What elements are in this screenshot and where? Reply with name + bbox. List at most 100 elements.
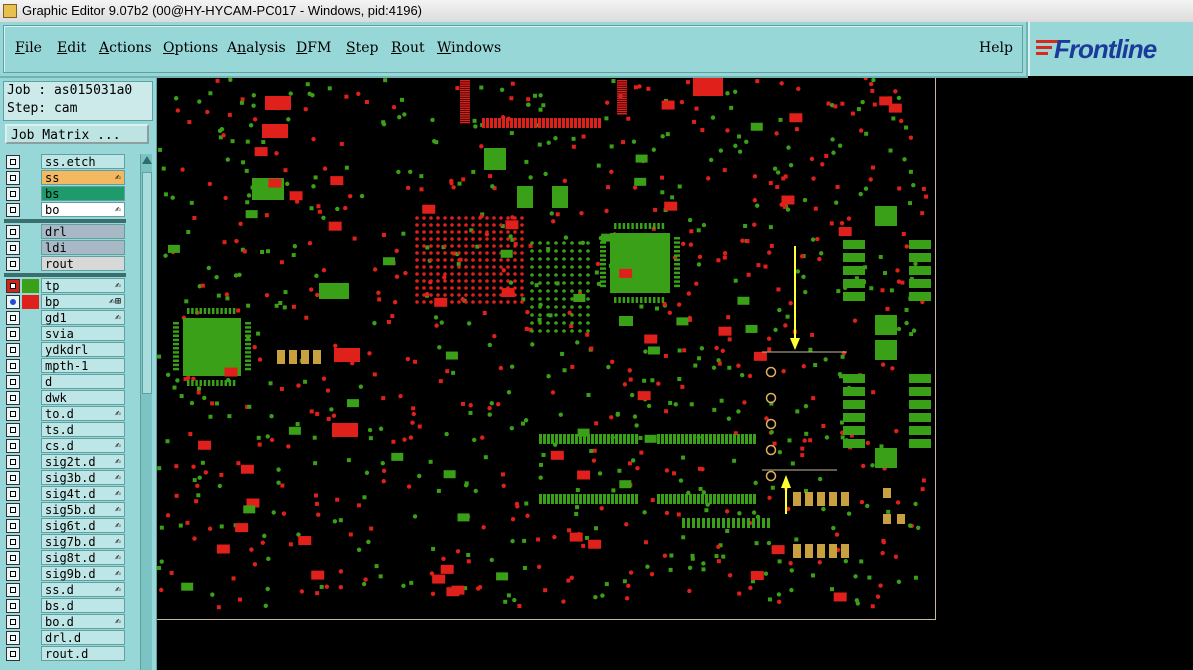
layer-name[interactable]: bo.d ✍ [41,614,125,629]
scroll-thumb[interactable] [142,172,152,394]
layer-visibility-checkbox[interactable] [6,279,20,293]
layer-row[interactable]: ldi [4,240,126,256]
layer-name[interactable]: bp ✍⊞ [41,294,125,309]
layer-name[interactable]: sig6t.d ✍ [41,518,125,533]
layer-visibility-checkbox[interactable] [6,583,20,597]
layer-row[interactable]: ts.d [4,422,126,438]
scroll-up-arrow-icon[interactable] [141,156,152,164]
layer-name[interactable]: sig5b.d ✍ [41,502,125,517]
layer-name[interactable]: d [41,374,125,389]
layer-row[interactable]: bo.d ✍ [4,614,126,630]
layer-name[interactable]: sig8t.d ✍ [41,550,125,565]
layer-name[interactable]: gd1 ✍ [41,310,125,325]
layer-name[interactable]: drl [41,224,125,239]
layer-visibility-checkbox[interactable] [6,375,20,389]
layer-name[interactable]: drl.d [41,630,125,645]
layer-visibility-checkbox[interactable] [6,567,20,581]
menu-file[interactable]: File [15,40,42,56]
graphic-canvas[interactable] [157,78,1193,670]
layer-visibility-checkbox[interactable] [6,187,20,201]
layer-name[interactable]: bs.d [41,598,125,613]
layer-visibility-checkbox[interactable] [6,631,20,645]
layer-name[interactable]: ts.d [41,422,125,437]
layer-row[interactable]: sig8t.d ✍ [4,550,126,566]
layer-visibility-checkbox[interactable] [6,225,20,239]
layer-visibility-checkbox[interactable] [6,203,20,217]
layer-row[interactable]: d [4,374,126,390]
layer-name[interactable]: sig9b.d ✍ [41,566,125,581]
layer-name[interactable]: bs [41,186,125,201]
layer-name[interactable]: ydkdrl [41,342,125,357]
layer-list-scrollbar[interactable] [140,154,152,670]
menu-options[interactable]: Options [163,40,218,56]
layer-row[interactable]: sig4t.d ✍ [4,486,126,502]
layer-name[interactable]: rout.d [41,646,125,661]
layer-row[interactable]: sig5b.d ✍ [4,502,126,518]
layer-name[interactable]: rout [41,256,125,271]
layer-name[interactable]: mpth-1 [41,358,125,373]
layer-visibility-checkbox[interactable] [6,423,20,437]
layer-row[interactable]: ss ✍ [4,170,126,186]
layer-row[interactable]: sig6t.d ✍ [4,518,126,534]
layer-visibility-checkbox[interactable] [6,647,20,661]
layer-visibility-checkbox[interactable] [6,615,20,629]
layer-row[interactable]: gd1 ✍ [4,310,126,326]
layer-color-swatch[interactable] [22,295,39,309]
layer-visibility-checkbox[interactable] [6,171,20,185]
layer-row[interactable]: ss.d ✍ [4,582,126,598]
layer-row[interactable]: mpth-1 [4,358,126,374]
layer-name[interactable]: cs.d ✍ [41,438,125,453]
menu-actions[interactable]: Actions [99,40,152,56]
layer-row[interactable]: sig2t.d ✍ [4,454,126,470]
menu-help[interactable]: Help [979,40,1013,56]
layer-row[interactable]: tp ✍ [4,278,126,294]
layer-row[interactable]: rout.d [4,646,126,662]
layer-visibility-checkbox[interactable] [6,327,20,341]
layer-row[interactable]: dwk [4,390,126,406]
layer-name[interactable]: to.d ✍ [41,406,125,421]
menu-step[interactable]: Step [346,40,378,56]
menu-analysis[interactable]: Analysis [227,40,286,56]
layer-row[interactable]: bo ✍ [4,202,126,218]
layer-name[interactable]: svia [41,326,125,341]
layer-visibility-checkbox[interactable] [6,155,20,169]
layer-row[interactable]: sig7b.d ✍ [4,534,126,550]
layer-row[interactable]: bs.d [4,598,126,614]
layer-name[interactable]: ldi [41,240,125,255]
job-matrix-button[interactable]: Job Matrix ... [5,124,149,144]
layer-row[interactable]: cs.d ✍ [4,438,126,454]
menu-dfm[interactable]: DFM [296,40,331,56]
layer-row[interactable]: drl [4,224,126,240]
layer-row[interactable]: bp ✍⊞ [4,294,126,310]
menu-rout[interactable]: Rout [391,40,425,56]
layer-color-swatch[interactable] [22,279,39,293]
layer-visibility-checkbox[interactable] [6,241,20,255]
layer-row[interactable]: ss.etch [4,154,126,170]
layer-name[interactable]: sig3b.d ✍ [41,470,125,485]
layer-visibility-checkbox[interactable] [6,487,20,501]
layer-row[interactable]: ydkdrl [4,342,126,358]
layer-visibility-checkbox[interactable] [6,599,20,613]
layer-visibility-checkbox[interactable] [6,407,20,421]
layer-visibility-checkbox[interactable] [6,503,20,517]
layer-name[interactable]: ss ✍ [41,170,125,185]
layer-visibility-checkbox[interactable] [6,343,20,357]
layer-name[interactable]: sig7b.d ✍ [41,534,125,549]
layer-row[interactable]: to.d ✍ [4,406,126,422]
layer-row[interactable]: drl.d [4,630,126,646]
layer-visibility-checkbox[interactable] [6,519,20,533]
menu-edit[interactable]: Edit [57,40,86,56]
layer-visibility-checkbox[interactable] [6,535,20,549]
layer-visibility-checkbox[interactable] [6,257,20,271]
layer-name[interactable]: sig4t.d ✍ [41,486,125,501]
layer-row[interactable]: bs [4,186,126,202]
layer-name[interactable]: ss.d ✍ [41,582,125,597]
layer-visibility-checkbox[interactable] [6,311,20,325]
layer-visibility-checkbox[interactable] [6,295,20,309]
layer-row[interactable]: svia [4,326,126,342]
layer-row[interactable]: rout [4,256,126,272]
layer-visibility-checkbox[interactable] [6,359,20,373]
layer-row[interactable]: sig9b.d ✍ [4,566,126,582]
layer-visibility-checkbox[interactable] [6,551,20,565]
layer-name[interactable]: sig2t.d ✍ [41,454,125,469]
